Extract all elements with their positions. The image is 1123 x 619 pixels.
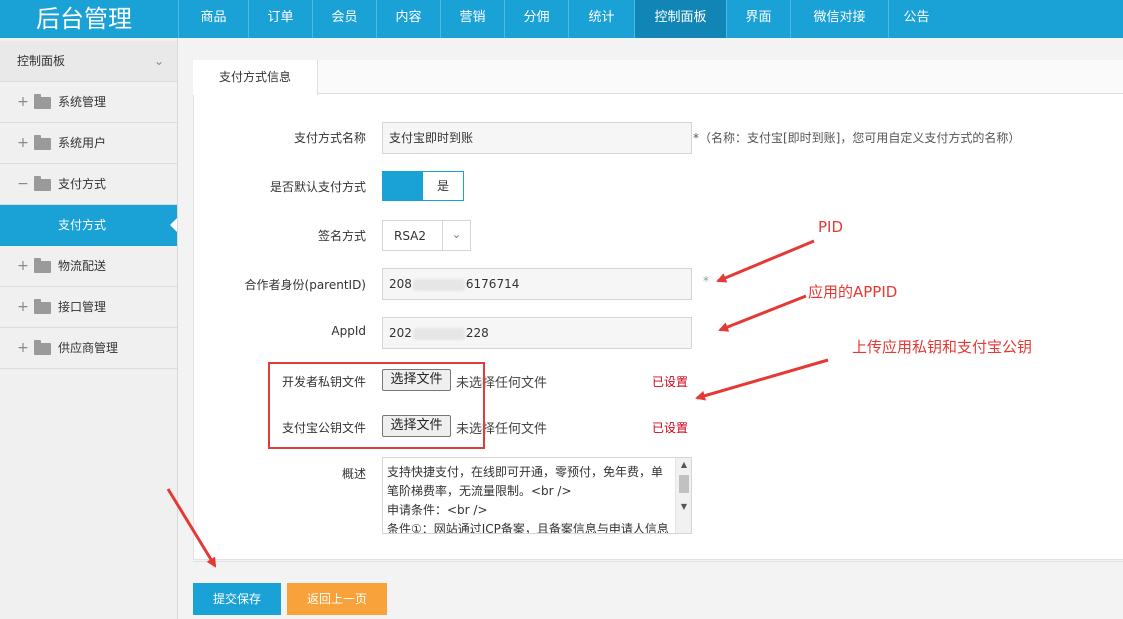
sidebar: 控制面板 ⌄ + 系统管理 + 系统用户 − 支付方式 支付方式 + 物流配送 …	[0, 38, 178, 619]
name-label: 支付方式名称	[293, 131, 366, 145]
pid-required-star: *	[703, 274, 709, 288]
default-toggle[interactable]: 是	[382, 171, 464, 201]
folder-icon	[34, 135, 51, 150]
sidebar-header-label: 控制面板	[17, 54, 66, 68]
desc-scrollbar[interactable]: ▲ ▼	[675, 458, 691, 533]
expand-icon: +	[17, 258, 29, 274]
annotation-pid: PID	[818, 218, 844, 236]
scroll-down-icon[interactable]: ▼	[676, 502, 691, 511]
tab-payment-info[interactable]: 支付方式信息	[193, 60, 318, 95]
redacted-mask	[412, 327, 465, 340]
sidebar-item-label: 支付方式	[58, 177, 107, 191]
sign-select[interactable]: RSA2 ⌄	[382, 220, 471, 251]
nav-item-marketing[interactable]: 营销	[440, 0, 504, 38]
expand-icon: +	[17, 135, 29, 151]
chevron-down-icon: ⌄	[153, 54, 164, 68]
redacted-mask	[412, 278, 465, 291]
sidebar-item-label: 供应商管理	[58, 341, 119, 355]
sidebar-item-payment[interactable]: 支付方式	[0, 205, 177, 246]
nav-item-interface[interactable]: 界面	[726, 0, 790, 38]
tab-bar: 支付方式信息	[193, 60, 1123, 95]
sign-label: 签名方式	[317, 229, 366, 243]
annotation-appid: 应用的APPID	[808, 283, 898, 301]
folder-icon	[34, 340, 51, 355]
nav-item-goods[interactable]: 商品	[178, 0, 248, 38]
save-button[interactable]: 提交保存	[193, 583, 281, 615]
brand-title: 后台管理	[36, 5, 132, 33]
scroll-up-icon[interactable]: ▲	[676, 460, 691, 469]
toggle-on-indicator	[383, 172, 423, 200]
public-key-set-flag: 已设置	[652, 421, 689, 435]
nav-item-control-panel[interactable]: 控制面板	[634, 0, 726, 38]
sign-value: RSA2	[394, 229, 427, 243]
desc-label: 概述	[341, 467, 366, 481]
appid-label: AppId	[331, 324, 366, 338]
folder-icon	[34, 94, 51, 109]
nav-item-stats[interactable]: 统计	[568, 0, 634, 38]
nav-item-notice[interactable]: 公告	[888, 0, 944, 38]
collapse-icon: −	[17, 176, 29, 192]
folder-icon	[34, 176, 51, 191]
chevron-down-icon: ⌄	[442, 221, 470, 250]
sidebar-item-label: 接口管理	[58, 300, 107, 314]
expand-icon: +	[17, 340, 29, 356]
sidebar-item-label: 支付方式	[58, 218, 107, 232]
sidebar-item-api[interactable]: + 接口管理	[0, 287, 177, 328]
pid-suffix: 6176714	[465, 277, 520, 291]
sidebar-item-logistics[interactable]: + 物流配送	[0, 246, 177, 287]
annotation-keys: 上传应用私钥和支付宝公钥	[852, 338, 1033, 356]
nav-item-wechat[interactable]: 微信对接	[790, 0, 888, 38]
toggle-label: 是	[436, 179, 449, 193]
nav-item-members[interactable]: 会员	[312, 0, 376, 38]
annotation-highlight-box	[268, 362, 485, 449]
folder-icon	[34, 258, 51, 273]
folder-icon	[34, 299, 51, 314]
pid-prefix: 208	[389, 277, 412, 291]
sidebar-item-payment-group[interactable]: − 支付方式	[0, 164, 177, 205]
form-divider	[193, 561, 1123, 562]
name-input[interactable]: 支付宝即时到账	[382, 122, 692, 154]
nav-item-orders[interactable]: 订单	[248, 0, 312, 38]
desc-line: 笔阶梯费率，无流量限制。<br />	[387, 484, 572, 498]
sidebar-item-label: 系统用户	[58, 136, 107, 150]
pid-label: 合作者身份(parentID)	[244, 278, 366, 292]
main-nav: 商品 订单 会员 内容 营销 分佣 统计 控制面板 界面 微信对接 公告	[178, 0, 944, 38]
sidebar-item-system[interactable]: + 系统管理	[0, 82, 177, 123]
name-hint: *（名称：支付宝[即时到账]，您可用自定义支付方式的名称）	[693, 131, 1021, 145]
appid-suffix: 228	[465, 326, 489, 340]
top-bar: 后台管理 商品 订单 会员 内容 营销 分佣 统计 控制面板 界面 微信对接 公…	[0, 0, 1123, 38]
sidebar-header[interactable]: 控制面板 ⌄	[0, 41, 177, 82]
desc-line: 支持快捷支付，在线即可开通，零预付，免年费，单	[387, 465, 664, 479]
sidebar-item-label: 系统管理	[58, 95, 107, 109]
expand-icon: +	[17, 94, 29, 110]
pid-input[interactable]: 208 6176714	[382, 268, 692, 300]
scroll-thumb[interactable]	[679, 475, 689, 493]
desc-line: 条件①：网站通过ICP备案，且备案信息与申请人信息	[387, 522, 669, 534]
desc-textarea[interactable]: 支持快捷支付，在线即可开通，零预付，免年费，单 笔阶梯费率，无流量限制。<br …	[382, 457, 692, 534]
sidebar-item-system-users[interactable]: + 系统用户	[0, 123, 177, 164]
nav-item-content[interactable]: 内容	[376, 0, 440, 38]
back-button[interactable]: 返回上一页	[287, 583, 387, 615]
sidebar-item-supplier[interactable]: + 供应商管理	[0, 328, 177, 369]
desc-line: 申请条件：<br />	[387, 503, 488, 517]
appid-input[interactable]: 202 228	[382, 317, 692, 349]
appid-prefix: 202	[389, 326, 412, 340]
desc-text: 支持快捷支付，在线即可开通，零预付，免年费，单 笔阶梯费率，无流量限制。<br …	[387, 463, 672, 534]
expand-icon: +	[17, 299, 29, 315]
nav-item-commission[interactable]: 分佣	[504, 0, 568, 38]
private-key-set-flag: 已设置	[652, 375, 689, 389]
default-label: 是否默认支付方式	[269, 180, 366, 194]
sidebar-item-label: 物流配送	[58, 259, 107, 273]
active-indicator	[170, 218, 177, 232]
